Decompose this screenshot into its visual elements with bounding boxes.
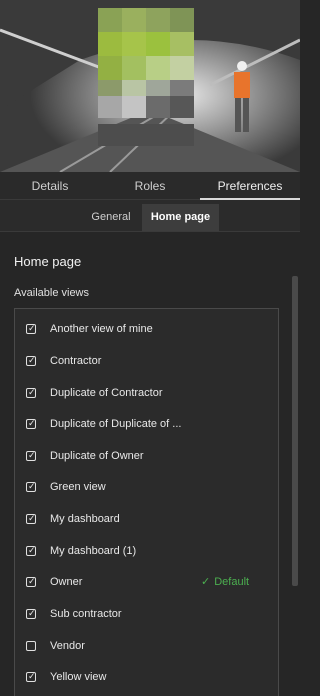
list-item[interactable]: Vendor (15, 630, 278, 661)
view-label: Contractor (50, 354, 102, 367)
check-icon: ✓ (28, 322, 36, 333)
checkbox[interactable]: ✓ (26, 670, 36, 682)
list-item[interactable]: ✓ My dashboard (1) (15, 535, 278, 566)
view-label: My dashboard (1) (50, 544, 137, 557)
view-label: Duplicate of Contractor (50, 386, 163, 399)
view-label: Duplicate of Owner (50, 449, 144, 462)
list-item[interactable]: ✓ Duplicate of Contractor (15, 377, 278, 408)
view-label: Owner (50, 575, 83, 588)
check-icon: ✓ (28, 607, 36, 618)
check-icon: ✓ (28, 670, 36, 681)
default-label: Default (214, 576, 250, 588)
checkbox[interactable]: ✓ (26, 354, 36, 366)
check-icon: ✓ (28, 575, 36, 586)
view-label: Vendor (50, 639, 85, 652)
tab-details[interactable]: Details (0, 172, 100, 199)
check-icon: ✓ (28, 449, 36, 460)
list-item[interactable]: ✓ Sub contractor (15, 598, 278, 629)
profile-tabs: Details Roles Preferences (0, 172, 300, 200)
list-item[interactable]: ✓ Owner ✓ Default (15, 566, 278, 597)
list-item[interactable]: ✓ Duplicate of Owner (15, 440, 278, 471)
checkmark-icon: ✓ (201, 576, 211, 588)
checkbox[interactable]: ✓ (26, 607, 36, 619)
tab-roles[interactable]: Roles (100, 172, 200, 199)
scrollbar[interactable] (292, 276, 298, 586)
checkbox[interactable]: ✓ (26, 449, 36, 461)
preferences-subtabs: General Home page (0, 200, 300, 232)
check-icon: ✓ (28, 417, 36, 428)
checkbox[interactable]: ✓ (26, 512, 36, 524)
subtab-home-page[interactable]: Home page (142, 204, 219, 231)
checkbox[interactable]: ✓ (26, 575, 36, 587)
checkbox[interactable]: ✓ (26, 544, 36, 556)
view-label: Duplicate of Duplicate of ... (50, 417, 182, 430)
profile-banner-image (0, 0, 300, 172)
check-icon: ✓ (28, 386, 36, 397)
list-item[interactable]: ✓ Duplicate of Duplicate of ... (15, 408, 278, 439)
checkbox[interactable]: ✓ (26, 386, 36, 398)
checkbox[interactable]: ✓ (26, 417, 36, 429)
checkbox[interactable]: ✓ (26, 480, 36, 492)
check-icon: ✓ (28, 354, 36, 365)
check-icon: ✓ (28, 544, 36, 555)
list-item[interactable]: ✓ Yellow view (15, 661, 278, 692)
available-views-label: Available views (14, 287, 90, 299)
section-title: Home page (14, 254, 82, 269)
view-label: My dashboard (50, 512, 120, 525)
list-item[interactable]: ✓ My dashboard (15, 503, 278, 534)
view-label: Sub contractor (50, 607, 122, 620)
tunnel-photo (0, 0, 300, 172)
list-item[interactable]: ✓ Another view of mine (15, 313, 278, 344)
view-label: Another view of mine (50, 322, 153, 335)
checkbox[interactable] (26, 640, 36, 651)
view-label: Green view (50, 480, 106, 493)
view-label: Yellow view (50, 670, 107, 683)
list-item[interactable]: ✓ Green view (15, 471, 278, 502)
home-page-panel: Home page Available views ✓ Another view… (0, 232, 300, 696)
check-icon: ✓ (28, 512, 36, 523)
checkbox[interactable]: ✓ (26, 322, 36, 334)
check-icon: ✓ (28, 480, 36, 491)
tab-preferences[interactable]: Preferences (200, 172, 300, 200)
subtab-general[interactable]: General (82, 204, 140, 231)
available-views-list: ✓ Another view of mine ✓ Contractor ✓ Du… (14, 308, 279, 696)
default-indicator[interactable]: ✓ Default (201, 575, 249, 588)
list-item[interactable]: ✓ Contractor (15, 345, 278, 376)
